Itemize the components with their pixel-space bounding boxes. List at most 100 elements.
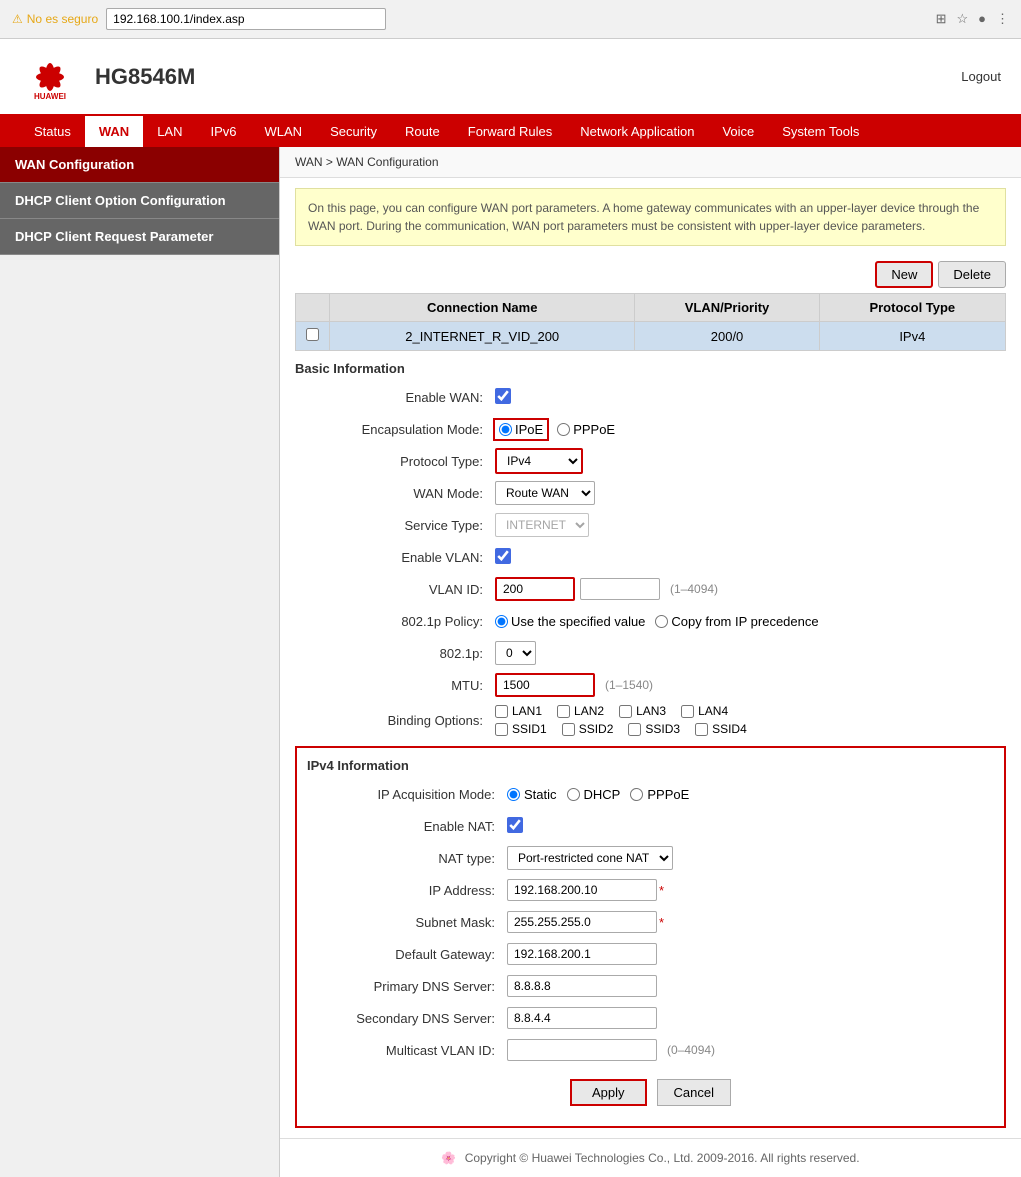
multicast-vlan-label: Multicast VLAN ID:: [307, 1043, 507, 1058]
primary-dns-label: Primary DNS Server:: [307, 979, 507, 994]
ipv4-box: IPv4 Information IP Acquisition Mode: St…: [295, 746, 1006, 1128]
ip-address-label: IP Address:: [307, 883, 507, 898]
logo-area: HUAWEI HG8546M: [20, 49, 195, 104]
ipoe-option[interactable]: IPoE: [495, 420, 547, 439]
browser-bar: ⚠ No es seguro ⊞ ☆ ● ⋮: [0, 0, 1021, 39]
sidebar-dhcp-param[interactable]: DHCP Client Request Parameter: [0, 219, 279, 255]
policy-copy-option[interactable]: Copy from IP precedence: [655, 614, 818, 629]
address-bar[interactable]: [106, 8, 386, 30]
binding-lan2[interactable]: LAN2: [557, 704, 604, 718]
sidebar-dhcp-option[interactable]: DHCP Client Option Configuration: [0, 183, 279, 219]
vlan-id-input[interactable]: [495, 577, 575, 601]
service-type-row: Service Type: INTERNET: [295, 512, 1006, 538]
nav-systools[interactable]: System Tools: [768, 116, 873, 147]
nav-ipv6[interactable]: IPv6: [197, 116, 251, 147]
delete-button[interactable]: Delete: [938, 261, 1006, 288]
mtu-input[interactable]: [495, 673, 595, 697]
vlan-id-control: (1–4094): [495, 577, 1006, 601]
new-button[interactable]: New: [875, 261, 933, 288]
content-wrapper: WAN Configuration DHCP Client Option Con…: [0, 147, 1021, 1177]
enable-wan-checkbox[interactable]: [495, 388, 511, 404]
nav-lan[interactable]: LAN: [143, 116, 196, 147]
binding-lan1[interactable]: LAN1: [495, 704, 542, 718]
vlan-id-hint: (1–4094): [670, 582, 718, 596]
ipoe-radio[interactable]: [499, 423, 512, 436]
binding-lan3[interactable]: LAN3: [619, 704, 666, 718]
bookmark-icon[interactable]: ☆: [956, 11, 968, 27]
header: HUAWEI HG8546M Logout: [0, 39, 1021, 116]
row-checkbox-cell[interactable]: [296, 322, 330, 351]
primary-dns-row: Primary DNS Server:: [307, 973, 994, 999]
ip-acq-label: IP Acquisition Mode:: [307, 787, 507, 802]
wan-mode-select[interactable]: Route WAN Bridge WAN: [495, 481, 595, 505]
info-box: On this page, you can configure WAN port…: [295, 188, 1006, 246]
enable-nat-label: Enable NAT:: [307, 819, 507, 834]
nav-netapp[interactable]: Network Application: [566, 116, 708, 147]
secondary-dns-input[interactable]: [507, 1007, 657, 1029]
footer-text: Copyright © Huawei Technologies Co., Ltd…: [465, 1151, 860, 1165]
binding-ssid3[interactable]: SSID3: [628, 722, 680, 736]
binding-ssid4[interactable]: SSID4: [695, 722, 747, 736]
nav-voice[interactable]: Voice: [708, 116, 768, 147]
nav-wan[interactable]: WAN: [85, 116, 143, 147]
footer: 🌸 Copyright © Huawei Technologies Co., L…: [280, 1138, 1021, 1177]
cancel-button[interactable]: Cancel: [657, 1079, 731, 1106]
nat-type-control: Port-restricted cone NAT Full cone NAT S…: [507, 846, 994, 870]
enable-wan-label: Enable WAN:: [295, 390, 495, 405]
apply-button[interactable]: Apply: [570, 1079, 647, 1106]
security-warning: ⚠ No es seguro: [12, 12, 98, 26]
pppoe-option[interactable]: PPPoE: [557, 422, 615, 437]
ip-acq-static[interactable]: Static: [507, 787, 557, 802]
nat-type-select[interactable]: Port-restricted cone NAT Full cone NAT S…: [507, 846, 673, 870]
logout-link[interactable]: Logout: [961, 69, 1001, 84]
menu-icon[interactable]: ⋮: [996, 11, 1009, 27]
policy-specified-radio[interactable]: [495, 615, 508, 628]
sidebar-wan-config[interactable]: WAN Configuration: [0, 147, 279, 183]
gateway-input[interactable]: [507, 943, 657, 965]
row-checkbox[interactable]: [306, 328, 319, 341]
row-vlan: 200/0: [635, 322, 819, 351]
ip-acq-control: Static DHCP PPPoE: [507, 787, 994, 802]
huawei-logo-svg: HUAWEI: [23, 52, 78, 102]
ip-acq-dhcp[interactable]: DHCP: [567, 787, 621, 802]
ip-acq-pppoe[interactable]: PPPoE: [630, 787, 689, 802]
nav-security[interactable]: Security: [316, 116, 391, 147]
nav-wlan[interactable]: WLAN: [251, 116, 317, 147]
main-content: WAN > WAN Configuration On this page, yo…: [280, 147, 1021, 1177]
protocol-row: Protocol Type: IPv4 IPv6 IPv4/IPv6: [295, 448, 1006, 474]
vlan-id-extra-input[interactable]: [580, 578, 660, 600]
enable-nat-checkbox[interactable]: [507, 817, 523, 833]
nav-status[interactable]: Status: [20, 116, 85, 147]
wan-table: Connection Name VLAN/Priority Protocol T…: [295, 293, 1006, 351]
ip-address-input[interactable]: [507, 879, 657, 901]
binding-ssid1[interactable]: SSID1: [495, 722, 547, 736]
enable-nat-row: Enable NAT:: [307, 813, 994, 839]
dot1p-select[interactable]: 0123 4567: [495, 641, 536, 665]
protocol-select[interactable]: IPv4 IPv6 IPv4/IPv6: [495, 448, 583, 474]
nav-forward[interactable]: Forward Rules: [454, 116, 567, 147]
service-type-select[interactable]: INTERNET: [495, 513, 589, 537]
extensions-icon[interactable]: ⊞: [936, 11, 947, 27]
policy-copy-radio[interactable]: [655, 615, 668, 628]
profile-icon[interactable]: ●: [978, 11, 986, 27]
nav-route[interactable]: Route: [391, 116, 454, 147]
ip-acq-row: IP Acquisition Mode: Static DHCP PPPoE: [307, 781, 994, 807]
enable-vlan-checkbox[interactable]: [495, 548, 511, 564]
multicast-vlan-input[interactable]: [507, 1039, 657, 1061]
table-row[interactable]: 2_INTERNET_R_VID_200 200/0 IPv4: [296, 322, 1006, 351]
mtu-control: (1–1540): [495, 673, 1006, 697]
secondary-dns-label: Secondary DNS Server:: [307, 1011, 507, 1026]
encapsulation-row: Encapsulation Mode: IPoE PPPoE: [295, 416, 1006, 442]
multicast-vlan-control: (0–4094): [507, 1039, 994, 1061]
primary-dns-input[interactable]: [507, 975, 657, 997]
gateway-row: Default Gateway:: [307, 941, 994, 967]
pppoe-radio[interactable]: [557, 423, 570, 436]
gateway-label: Default Gateway:: [307, 947, 507, 962]
subnet-input[interactable]: [507, 911, 657, 933]
mtu-hint: (1–1540): [605, 678, 653, 692]
binding-ssid2[interactable]: SSID2: [562, 722, 614, 736]
device-name: HG8546M: [95, 64, 195, 90]
nav-bar: Status WAN LAN IPv6 WLAN Security Route …: [0, 116, 1021, 147]
binding-lan4[interactable]: LAN4: [681, 704, 728, 718]
policy-specified-option[interactable]: Use the specified value: [495, 614, 645, 629]
